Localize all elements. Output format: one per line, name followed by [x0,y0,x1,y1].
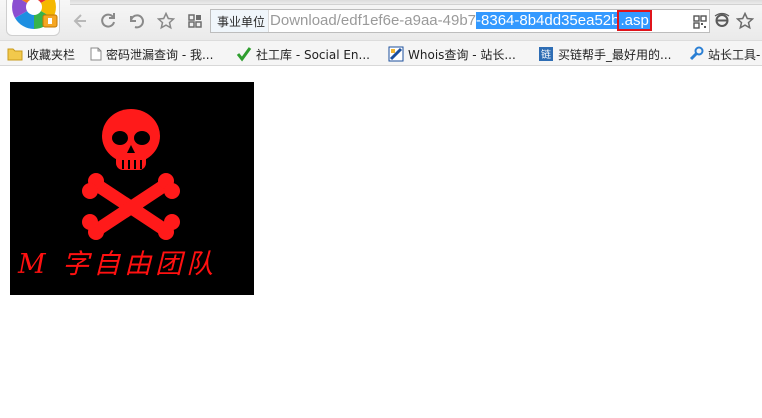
url-plain-text: Download/edf1ef6e-a9aa-49b7 [270,12,477,29]
bookmark-label: 社工库 - Social En... [256,47,370,62]
refresh-icon[interactable] [99,12,117,30]
bookmark-whois[interactable]: Whois查询 - 站长... [388,45,516,63]
green-check-icon [236,47,252,62]
url-extension-highlight: .asp [617,10,652,31]
folder-icon [7,48,23,61]
bookmark-webmaster-tools[interactable]: 站长工具- [688,45,760,63]
undo-icon[interactable] [127,12,145,30]
bookmark-link-helper[interactable]: 链 买链帮手_最好用的... [538,45,671,63]
qr-code-icon[interactable] [693,14,707,33]
tab-strip [70,0,762,5]
browser-logo-icon[interactable] [6,0,60,36]
url-field[interactable]: Download/edf1ef6e-a9aa-49b7-8364-8b4dd35… [269,10,709,32]
bookmarks-bar: 收藏夹栏 密码泄漏查询 - 我... 社工库 - Social En... Wh… [0,40,762,66]
team-name-text: M 字自由团队 [18,249,218,280]
address-bar[interactable]: 事业单位 Download/edf1ef6e-a9aa-49b7-8364-8b… [210,9,710,33]
bookmark-star-icon[interactable] [735,11,755,34]
bookmark-social-engineering[interactable]: 社工库 - Social En... [236,45,370,63]
bookmark-favorites-folder[interactable]: 收藏夹栏 [7,45,75,63]
apps-grid-icon[interactable] [186,12,204,30]
tools-icon [689,46,704,61]
bookmark-label: Whois查询 - 站长... [408,47,516,62]
url-selected-text: -8364-8b4dd35ea52b [476,12,620,29]
bookmark-label: 买链帮手_最好用的... [558,47,672,62]
whois-icon [388,46,404,62]
browser-toolbar: 事业单位 Download/edf1ef6e-a9aa-49b7-8364-8b… [0,0,762,40]
favorite-star-icon[interactable] [157,12,175,30]
bookmark-label: 收藏夹栏 [27,47,76,62]
svg-text:链: 链 [541,48,551,61]
ie-mode-icon[interactable] [714,12,730,32]
page-icon [90,47,102,61]
back-icon[interactable] [70,12,88,30]
link-icon: 链 [539,47,553,61]
bookmark-label: 站长工具- [708,47,761,62]
site-type-badge[interactable]: 事业单位 [211,10,270,32]
team-logo-image: M 字自由团队 [10,82,254,295]
bookmark-password-leak[interactable]: 密码泄漏查询 - 我... [90,45,213,63]
bookmark-label: 密码泄漏查询 - 我... [106,47,214,62]
